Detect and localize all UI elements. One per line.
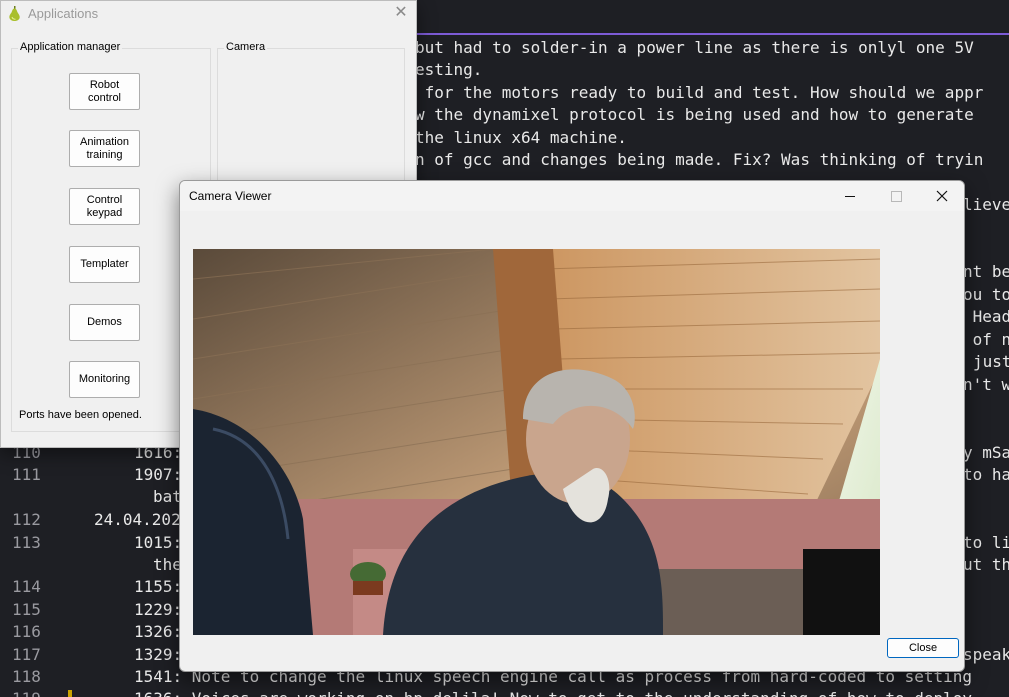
- monitoring-button[interactable]: Monitoring: [69, 361, 140, 398]
- window-title: Applications: [28, 6, 99, 21]
- control-keypad-button[interactable]: Control keypad: [69, 188, 140, 225]
- editor-ruler-line: [415, 33, 1009, 35]
- line-number: 112: [12, 510, 41, 529]
- group-label: Camera: [224, 41, 268, 53]
- line-number: 118: [12, 667, 41, 686]
- line-number: 114: [12, 577, 41, 596]
- maximize-button[interactable]: [873, 181, 919, 211]
- camera-feed-image: [193, 249, 880, 635]
- close-icon: [936, 190, 948, 202]
- robot-control-button[interactable]: Robot control: [69, 73, 140, 110]
- line-number: 113: [12, 533, 41, 552]
- animation-training-button[interactable]: Animation training: [69, 130, 140, 167]
- maximize-icon: [890, 190, 902, 202]
- templater-button[interactable]: Templater: [69, 246, 140, 283]
- line-number: 117: [12, 645, 41, 664]
- title-bar[interactable]: Camera Viewer: [180, 181, 964, 211]
- window-title: Camera Viewer: [189, 189, 272, 203]
- line-number: 111: [12, 465, 41, 484]
- title-bar[interactable]: Applications ✕: [1, 1, 416, 27]
- line-number: 116: [12, 622, 41, 641]
- pear-icon: [9, 6, 20, 21]
- status-text: Ports have been opened.: [19, 409, 142, 421]
- line-number: 115: [12, 600, 41, 619]
- close-icon[interactable]: ✕: [393, 4, 409, 20]
- camera-frame-picture: [193, 249, 880, 635]
- close-button[interactable]: [919, 181, 964, 211]
- gutter-change-marker: [68, 690, 72, 697]
- camera-viewer-window: Camera Viewer Close: [179, 180, 965, 672]
- minimize-icon: [845, 195, 855, 197]
- close-button[interactable]: Close: [887, 638, 959, 658]
- line-number: 119: [12, 688, 52, 697]
- group-label: Application manager: [18, 41, 123, 53]
- minimize-button[interactable]: [827, 181, 873, 211]
- demos-button[interactable]: Demos: [69, 304, 140, 341]
